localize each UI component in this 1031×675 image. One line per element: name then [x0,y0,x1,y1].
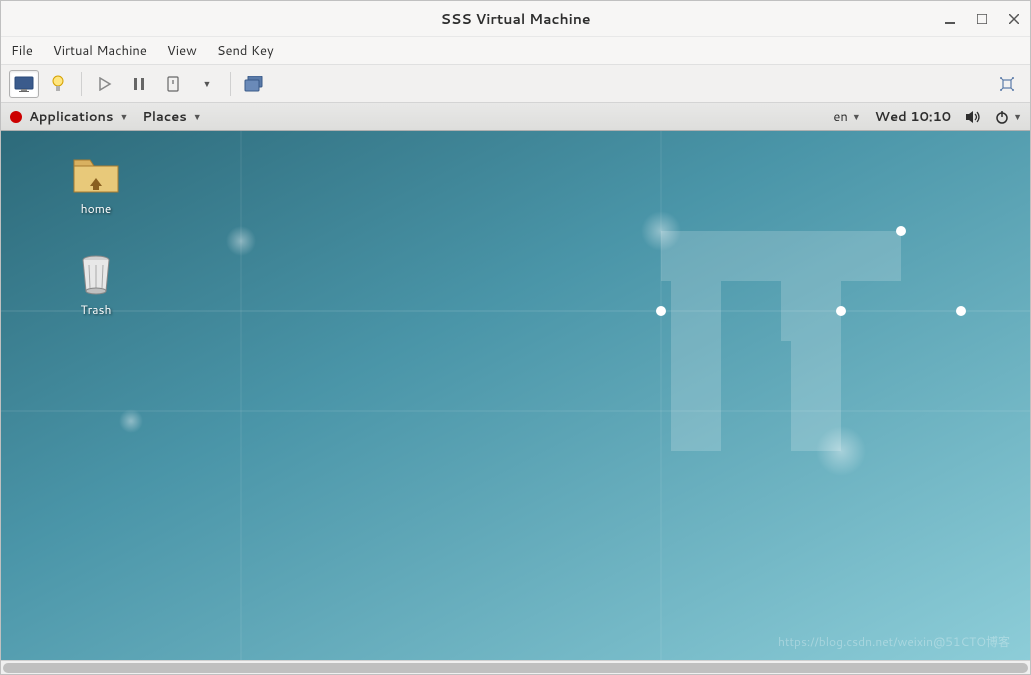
language-label: en [833,108,847,126]
shutdown-menu-button[interactable]: ▼ [192,70,222,98]
menu-virtual-machine[interactable]: Virtual Machine [53,42,147,60]
guest-topbar: Applications ▼ Places ▼ en ▼ Wed 10:10 ▼ [1,103,1030,131]
menubar: File Virtual Machine View Send Key [1,37,1030,65]
guest-desktop[interactable]: home Trash https://blog.csdn.net/weixin@… [1,131,1030,660]
power-icon [995,110,1009,124]
folder-icon [72,156,120,194]
horizontal-scrollbar[interactable] [1,660,1030,674]
trash-label: Trash [61,301,131,318]
trash-bin-icon [72,253,120,295]
vm-viewer-window: SSS Virtual Machine File Virtual Machine… [0,0,1031,675]
window-title: SSS Virtual Machine [440,9,590,29]
snapshots-icon [244,76,264,92]
chevron-down-icon: ▼ [203,77,212,90]
window-controls [942,11,1022,27]
places-menu[interactable]: Places ▼ [142,108,201,126]
fullscreen-icon [998,75,1016,93]
volume-indicator[interactable] [965,110,981,124]
watermark: https://blog.csdn.net/weixin@51CTO博客 [778,633,1010,650]
minimize-button[interactable] [942,11,958,27]
toolbar: ▼ [1,65,1030,103]
wallpaper [1,131,1030,660]
shutdown-button[interactable] [158,70,188,98]
run-button[interactable] [90,70,120,98]
separator [230,72,231,96]
pause-button[interactable] [124,70,154,98]
maximize-icon [977,14,987,24]
chevron-down-icon: ▼ [852,110,861,123]
chevron-down-icon: ▼ [119,110,128,123]
clock-label: Wed 10:10 [875,108,951,126]
lightbulb-icon [50,75,66,93]
guest-status-area: en ▼ Wed 10:10 ▼ [833,108,1022,126]
chevron-down-icon: ▼ [1013,110,1022,123]
menu-send-key[interactable]: Send Key [217,42,274,60]
volume-icon [965,110,981,124]
monitor-icon [14,76,34,92]
separator [81,72,82,96]
chevron-down-icon: ▼ [193,110,202,123]
home-label: home [61,200,131,217]
close-button[interactable] [1006,11,1022,27]
clock[interactable]: Wed 10:10 [875,108,951,126]
power-menu[interactable]: ▼ [995,110,1022,124]
close-icon [1009,14,1019,24]
trash-icon[interactable]: Trash [61,253,131,318]
menu-view[interactable]: View [167,42,197,60]
titlebar: SSS Virtual Machine [1,1,1030,37]
play-icon [98,77,112,91]
maximize-button[interactable] [974,11,990,27]
console-button[interactable] [9,70,39,98]
redhat-icon [9,110,23,124]
pause-icon [133,77,145,91]
minimize-icon [945,14,955,24]
snapshots-button[interactable] [239,70,269,98]
menu-file[interactable]: File [11,42,33,60]
shutdown-box-icon [166,76,180,92]
places-label: Places [142,108,186,126]
applications-label: Applications [29,108,113,126]
scrollbar-thumb[interactable] [3,663,1028,673]
home-folder-icon[interactable]: home [61,156,131,217]
fullscreen-button[interactable] [992,70,1022,98]
details-button[interactable] [43,70,73,98]
applications-menu[interactable]: Applications ▼ [29,108,128,126]
input-language-indicator[interactable]: en ▼ [833,108,860,126]
